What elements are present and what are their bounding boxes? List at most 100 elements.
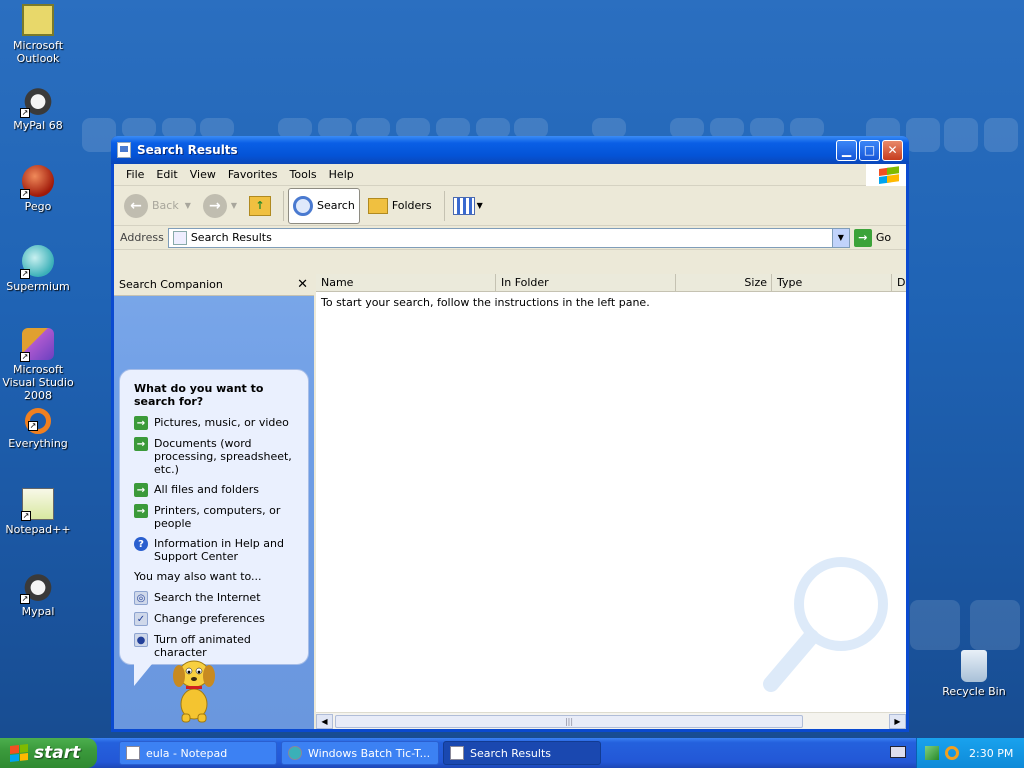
desktop-icon-label: Mypal [21, 605, 55, 618]
batch-file-icon [288, 746, 302, 760]
folders-button[interactable]: Folders [364, 195, 436, 217]
green-arrow-icon: → [134, 483, 148, 497]
search-dog-character[interactable] [166, 654, 222, 724]
window-icon [117, 142, 131, 158]
task-tic-tac-toe[interactable]: Windows Batch Tic-T... [281, 741, 439, 765]
recycle-bin-icon [961, 650, 987, 682]
menu-help[interactable]: Help [323, 168, 360, 181]
address-bar: Address Search Results ▼ → Go [114, 226, 906, 250]
green-arrow-icon: → [134, 437, 148, 451]
desktop-icon-notepadpp[interactable]: ↗ Notepad++ [0, 488, 76, 536]
animated-character-icon: ● [134, 633, 148, 647]
column-header-in-folder[interactable]: In Folder [496, 274, 676, 291]
close-pane-icon[interactable]: ✕ [297, 277, 308, 292]
desktop-icon-everything[interactable]: ↗ Everything [0, 408, 76, 450]
views-button[interactable]: ▼ [449, 194, 487, 218]
minimize-button[interactable]: ▁ [836, 139, 857, 161]
help-icon: ? [134, 537, 148, 551]
up-folder-button[interactable]: ↑ [245, 193, 275, 219]
start-button[interactable]: start [0, 738, 97, 768]
also-label: You may also want to... [134, 570, 262, 583]
system-tray: 2:30 PM [916, 738, 1024, 768]
keyboard-icon[interactable] [890, 746, 906, 758]
back-arrow-icon: ← [124, 193, 148, 218]
toolbar-separator [443, 190, 445, 221]
go-arrow-icon: → [853, 228, 872, 247]
option-change-preferences[interactable]: ✓ Change preferences [134, 612, 298, 626]
search-results-icon [450, 746, 464, 760]
pego-icon: ↗ [20, 165, 54, 199]
desktop-icon-label: Everything [8, 437, 68, 450]
desktop-icon-visual-studio[interactable]: ↗ Microsoft Visual Studio 2008 [0, 328, 76, 402]
search-results-icon [172, 230, 187, 245]
search-companion-header: Search Companion ✕ [114, 274, 314, 296]
window-title: Search Results [137, 143, 238, 157]
everything-icon: ↗ [25, 408, 51, 434]
column-header-type[interactable]: Type [772, 274, 892, 291]
maximize-button[interactable]: □ [859, 139, 880, 161]
option-help-center[interactable]: ? Information in Help and Support Center [134, 537, 298, 563]
network-icon[interactable] [925, 746, 939, 760]
chevron-down-icon: ▼ [476, 201, 483, 210]
address-input[interactable]: Search Results ▼ [167, 227, 850, 248]
title-bar[interactable]: Search Results ▁ □ ✕ [111, 136, 909, 164]
close-button[interactable]: ✕ [882, 139, 903, 161]
green-arrow-icon: → [134, 504, 148, 518]
magnifier-watermark-icon [763, 557, 888, 692]
scroll-left-button[interactable]: ◀ [316, 713, 333, 729]
option-printers[interactable]: → Printers, computers, or people [134, 504, 298, 530]
menu-edit[interactable]: Edit [150, 168, 183, 181]
option-pictures[interactable]: → Pictures, music, or video [134, 416, 298, 430]
search-button[interactable]: Search [288, 187, 360, 224]
desktop-icon-mypal68[interactable]: ↗ MyPal 68 [0, 84, 76, 132]
search-companion-bubble: What do you want to search for? → Pictur… [119, 369, 309, 686]
desktop-icon-outlook[interactable]: Microsoft Outlook [0, 4, 76, 65]
forward-button[interactable]: → ▼ [199, 191, 241, 221]
content-area: Search Companion ✕ What do you want to s… [114, 274, 906, 729]
forward-arrow-icon: → [202, 193, 227, 218]
column-header-name[interactable]: Name [316, 274, 496, 291]
task-notepad[interactable]: eula - Notepad [119, 741, 277, 765]
address-value: Search Results [190, 231, 272, 244]
search-companion-title: Search Companion [119, 278, 223, 291]
search-companion-pane: Search Companion ✕ What do you want to s… [114, 274, 316, 729]
desktop-icon-pego[interactable]: ↗ Pego [0, 165, 76, 213]
toolbar: ← Back ▼ → ▼ ↑ Search Folders ▼ [114, 186, 906, 226]
back-button[interactable]: ← Back ▼ [120, 191, 195, 221]
search-tray-icon[interactable] [945, 746, 959, 760]
mypal-icon: ↗ [20, 84, 54, 118]
menu-file[interactable]: File [120, 168, 150, 181]
search-icon [293, 195, 314, 216]
menu-view[interactable]: View [184, 168, 222, 181]
address-dropdown-button[interactable]: ▼ [831, 228, 849, 247]
start-label: start [34, 743, 81, 763]
desktop-icon-supermium[interactable]: ↗ Supermium [0, 245, 76, 293]
horizontal-scrollbar[interactable]: ◀ ||| ▶ [316, 712, 906, 729]
desktop-icon-recycle-bin[interactable]: Recycle Bin [936, 650, 1012, 698]
desktop-icon-label: MyPal 68 [13, 119, 63, 132]
column-header-date[interactable]: D [892, 274, 905, 291]
search-results-window: Search Results ▁ □ ✕ File Edit View Favo… [111, 136, 909, 732]
task-search-results[interactable]: Search Results [443, 741, 601, 765]
mypal-icon: ↗ [20, 570, 54, 604]
clock[interactable]: 2:30 PM [969, 747, 1013, 760]
menu-favorites[interactable]: Favorites [222, 168, 284, 181]
notepadpp-icon: ↗ [21, 488, 54, 521]
option-documents[interactable]: → Documents (word processing, spreadshee… [134, 437, 298, 476]
option-all-files[interactable]: → All files and folders [134, 483, 298, 497]
views-icon [452, 196, 475, 215]
preferences-icon: ✓ [134, 612, 148, 626]
taskbar-tasks: eula - Notepad Windows Batch Tic-T... Se… [119, 741, 605, 765]
go-button[interactable]: → Go [853, 228, 891, 247]
taskbar: start eula - Notepad Windows Batch Tic-T… [0, 738, 1024, 768]
menu-tools[interactable]: Tools [284, 168, 323, 181]
desktop-icon-label: Microsoft Visual Studio 2008 [2, 363, 74, 402]
scroll-right-button[interactable]: ▶ [889, 713, 906, 729]
desktop-icon-label: Notepad++ [5, 523, 71, 536]
scroll-thumb[interactable]: ||| [335, 714, 803, 728]
desktop-icon-mypal[interactable]: ↗ Mypal [0, 570, 76, 618]
chevron-down-icon: ▼ [184, 201, 191, 210]
option-search-internet[interactable]: ◎ Search the Internet [134, 591, 298, 605]
up-folder-icon: ↑ [249, 195, 272, 216]
column-header-size[interactable]: Size [676, 274, 772, 291]
